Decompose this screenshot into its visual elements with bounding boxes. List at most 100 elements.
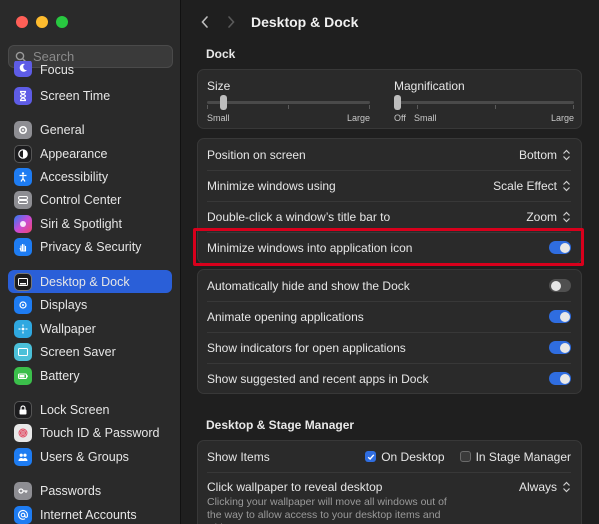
show-items-row: Show Items On Desktop In Stage Manager [198,441,581,472]
animate-toggle[interactable] [549,310,571,323]
sidebar-item-control-center[interactable]: Control Center [8,188,172,211]
sidebar-item-label: Control Center [40,192,122,207]
magnification-off-label: Off [394,113,406,123]
sidebar-item-label: Desktop & Dock [40,274,130,289]
size-tick [369,105,370,109]
sidebar-item-screen-time[interactable]: Screen Time [8,84,172,107]
at-sign-icon [14,505,32,524]
size-slider-track[interactable] [207,101,370,104]
dock-section-title: Dock [206,47,236,61]
sidebar-item-desktop-dock[interactable]: Desktop & Dock [8,270,172,293]
double-click-row: Double-click a window’s title bar to Zoo… [198,201,581,232]
click-wallpaper-description: Clicking your wallpaper will move all wi… [207,496,447,524]
sidebar-item-label: Appearance [40,146,108,161]
toolbar: Desktop & Dock [181,0,599,44]
row-label: Show indicators for open applications [207,340,406,355]
sidebar-item-label: Passwords [40,483,102,498]
indicators-row: Show indicators for open applications [198,332,581,363]
magnification-tick [573,105,574,109]
position-popup[interactable]: Bottom [519,148,571,162]
magnification-tick [417,105,418,109]
battery-icon [14,366,32,385]
page-title: Desktop & Dock [251,14,359,30]
dock-options-card: Position on screen Bottom Minimize windo… [197,138,582,264]
sidebar-item-screen-saver[interactable]: Screen Saver [8,340,172,363]
key-icon [14,481,32,500]
wallpaper-icon [14,319,32,338]
on-desktop-checkbox[interactable] [365,451,377,462]
hourglass-icon [14,86,32,105]
position-row: Position on screen Bottom [198,139,581,170]
sidebar-item-displays[interactable]: Displays [8,293,172,316]
sidebar-item-privacy-security[interactable]: Privacy & Security [8,235,172,258]
appearance-icon [14,144,32,163]
sidebar-item-users-groups[interactable]: Users & Groups [8,445,172,468]
sidebar-item-label: Lock Screen [40,402,110,417]
sidebar-item-internet-accounts[interactable]: Internet Accounts [8,503,172,524]
stage-manager-label: In Stage Manager [475,449,571,464]
sidebar-item-label: Internet Accounts [40,507,137,522]
zoom-button[interactable] [56,16,68,28]
sidebar-item-label: Wallpaper [40,321,96,336]
updown-chevron-icon [563,180,570,191]
row-label: Show suggested and recent apps in Dock [207,371,429,386]
checkmark-icon [367,453,375,460]
accessibility-icon [14,167,32,186]
indicators-toggle[interactable] [549,341,571,354]
users-icon [14,447,32,466]
popup-value: Scale Effect [493,178,557,193]
sidebar-item-accessibility[interactable]: Accessibility [8,165,172,188]
desktop-section-title: Desktop & Stage Manager [206,418,355,432]
updown-chevron-icon [563,481,570,493]
dock-toggles-card: Automatically hide and show the Dock Ani… [197,269,582,394]
sidebar-item-label: Users & Groups [40,449,129,464]
minimize-into-icon-row: Minimize windows into application icon [198,232,581,263]
magnification-slider-track[interactable] [397,101,574,104]
autohide-toggle[interactable] [549,279,571,292]
double-click-popup[interactable]: Zoom [526,210,571,224]
updown-chevron-icon [563,149,570,160]
updown-chevron-icon [563,211,570,222]
click-wallpaper-popup[interactable]: Always [519,480,571,494]
sidebar-item-passwords[interactable]: Passwords [8,479,172,502]
magnification-tick [495,105,496,109]
close-button[interactable] [16,16,28,28]
hand-icon [14,237,32,256]
size-slider-thumb[interactable] [220,95,228,110]
sidebar-item-label: Displays [40,297,88,312]
sidebar-item-lock-screen[interactable]: Lock Screen [8,398,172,421]
sidebar-item-label: Screen Time [40,88,111,103]
sidebar: Focus Screen Time General Appearance [0,0,181,524]
minimize-into-icon-toggle[interactable] [549,241,571,254]
magnification-label: Magnification [394,79,465,93]
popup-value: Always [518,480,557,494]
magnification-slider-thumb[interactable] [394,95,401,110]
fingerprint-icon [14,423,32,442]
sidebar-item-battery[interactable]: Battery [8,364,172,387]
sidebar-item-appearance[interactable]: Appearance [8,142,172,165]
minimize-effect-row: Minimize windows using Scale Effect [198,170,581,201]
sidebar-item-focus[interactable]: Focus [8,61,172,77]
recent-apps-row: Show suggested and recent apps in Dock [198,363,581,394]
recent-apps-toggle[interactable] [549,372,571,385]
display-icon [14,295,32,314]
sidebar-item-wallpaper[interactable]: Wallpaper [8,317,172,340]
control-center-icon [14,190,32,209]
sidebar-item-label: Screen Saver [40,344,116,359]
stage-manager-checkbox[interactable] [459,451,471,462]
row-label: Show Items [207,449,270,464]
traffic-lights [16,16,68,28]
back-button[interactable] [193,10,217,34]
row-label: Minimize windows into application icon [207,240,413,255]
forward-button[interactable] [219,10,243,34]
animate-row: Animate opening applications [198,301,581,332]
row-label: Minimize windows using [207,178,336,193]
minimize-effect-popup[interactable]: Scale Effect [493,179,571,193]
sidebar-item-general[interactable]: General [8,118,172,141]
minimize-button[interactable] [36,16,48,28]
sidebar-item-siri-spotlight[interactable]: Siri & Spotlight [8,212,172,235]
row-label: Double-click a window’s title bar to [207,209,391,224]
sidebar-item-touch-id[interactable]: Touch ID & Password [8,421,172,444]
lock-icon [14,400,32,419]
show-items-options: On Desktop In Stage Manager [365,450,571,464]
